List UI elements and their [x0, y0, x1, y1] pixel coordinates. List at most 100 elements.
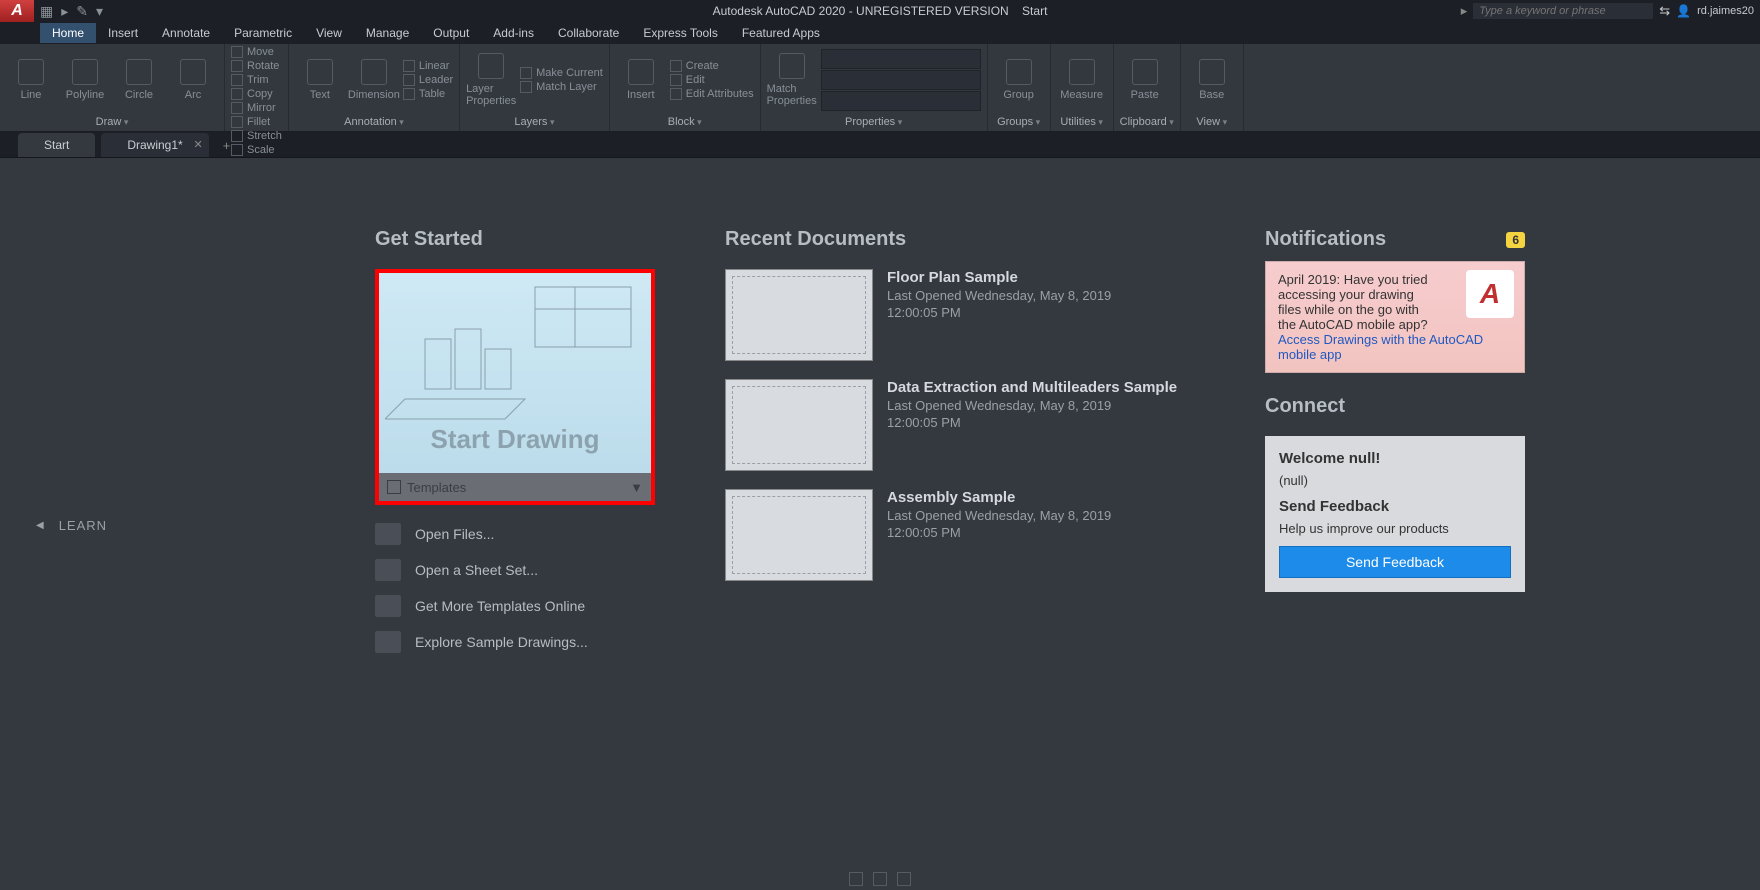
connect-card: Welcome null! (null) Send Feedback Help …: [1265, 436, 1525, 592]
grid-view-icon[interactable]: [873, 872, 887, 886]
user-icon[interactable]: 👤: [1676, 4, 1691, 18]
ribbon-mini-scale[interactable]: Scale: [231, 144, 282, 156]
ribbon-panel-groups: Group Groups: [988, 44, 1051, 131]
ribbon-btn-dimension[interactable]: Dimension: [349, 59, 399, 101]
properties-combo-2[interactable]: [821, 91, 981, 111]
ribbon-btn-measure[interactable]: Measure: [1057, 59, 1107, 101]
app-logo[interactable]: A: [0, 0, 34, 22]
ribbon-btn-base[interactable]: Base: [1187, 59, 1237, 101]
panel-title-properties[interactable]: Properties: [767, 114, 981, 131]
file-icon: [375, 595, 401, 617]
learn-toggle[interactable]: ◀ LEARN: [36, 518, 107, 533]
gs-link-get-more-templates-online[interactable]: Get More Templates Online: [375, 595, 665, 617]
qat-new-icon[interactable]: ▦: [40, 3, 53, 20]
ribbon: LinePolylineCircleArc Draw Move Rotate Trim C…: [0, 44, 1760, 132]
ribbon-mini-copy[interactable]: Copy: [231, 88, 282, 100]
ribbon-mini-stretch[interactable]: Stretch: [231, 130, 282, 142]
detail-view-icon[interactable]: [897, 872, 911, 886]
menu-tab-home[interactable]: Home: [40, 23, 96, 43]
ribbon-btn-paste[interactable]: Paste: [1120, 59, 1170, 101]
ribbon-panel-modify: MoveRotateTrimCopyMirrorFilletStretchSca…: [225, 44, 289, 131]
close-icon[interactable]: ✕: [193, 138, 202, 151]
ribbon-mini-mirror[interactable]: Mirror: [231, 102, 282, 114]
ribbon-panel-annotation: TextDimension Linear Leader Table Annotation: [289, 44, 460, 131]
templates-dropdown[interactable]: Templates ▼: [379, 473, 651, 501]
recent-thumbnail[interactable]: [725, 379, 873, 471]
qat-save-icon[interactable]: ✎: [76, 3, 88, 20]
menu-tab-add-ins[interactable]: Add-ins: [481, 23, 546, 43]
send-feedback-button[interactable]: Send Feedback: [1279, 546, 1511, 578]
search-arrow-icon[interactable]: ▸: [1461, 3, 1468, 19]
notifications-heading: Notifications: [1265, 228, 1386, 251]
recent-item[interactable]: Data Extraction and Multileaders SampleL…: [725, 379, 1205, 471]
ribbon-btn-text[interactable]: Text: [295, 59, 345, 101]
menu-tab-annotate[interactable]: Annotate: [150, 23, 222, 43]
ribbon-btn-match-properties[interactable]: Match Properties: [767, 53, 817, 107]
ribbon-mini-rotate[interactable]: Rotate: [231, 60, 282, 72]
panel-title-groups[interactable]: Groups: [994, 114, 1044, 131]
titlebar: A ▦ ▸ ✎ ▾ Autodesk AutoCAD 2020 - UNREGI…: [0, 0, 1760, 22]
ribbon-btn-layer-properties[interactable]: Layer Properties: [466, 53, 516, 107]
ribbon-mini-make-current[interactable]: Make Current: [520, 67, 603, 79]
panel-title-draw[interactable]: Draw: [6, 114, 218, 131]
search-input[interactable]: [1473, 3, 1653, 19]
gs-link-open-files-[interactable]: Open Files...: [375, 523, 665, 545]
menu-tab-collaborate[interactable]: Collaborate: [546, 23, 631, 43]
ribbon-btn-polyline[interactable]: Polyline: [60, 59, 110, 101]
start-drawing-button[interactable]: Start Drawing: [379, 273, 651, 473]
recent-thumbnail[interactable]: [725, 489, 873, 581]
ribbon-panel-view: Base View: [1181, 44, 1244, 131]
list-view-icon[interactable]: [849, 872, 863, 886]
menu-tab-output[interactable]: Output: [421, 23, 481, 43]
ribbon-mini-fillet[interactable]: Fillet: [231, 116, 282, 128]
add-tab-button[interactable]: +: [215, 134, 239, 157]
gs-link-explore-sample-drawings-[interactable]: Explore Sample Drawings...: [375, 631, 665, 653]
recent-item[interactable]: Floor Plan SampleLast Opened Wednesday, …: [725, 269, 1205, 361]
ribbon-mini-edit-attributes[interactable]: Edit Attributes: [670, 88, 754, 100]
ribbon-btn-line[interactable]: Line: [6, 59, 56, 101]
qat-open-icon[interactable]: ▸: [61, 3, 68, 20]
panel-title-layers[interactable]: Layers: [466, 114, 603, 131]
gs-link-open-a-sheet-set-[interactable]: Open a Sheet Set...: [375, 559, 665, 581]
notifications-badge[interactable]: 6: [1506, 232, 1525, 248]
doc-tab-start[interactable]: Start: [18, 133, 95, 157]
properties-combo-1[interactable]: [821, 70, 981, 90]
recent-item[interactable]: Assembly SampleLast Opened Wednesday, Ma…: [725, 489, 1205, 581]
panel-title-view[interactable]: View: [1187, 114, 1237, 131]
menu-tab-insert[interactable]: Insert: [96, 23, 150, 43]
panel-title-annotation[interactable]: Annotation: [295, 114, 453, 131]
ribbon-btn-arc[interactable]: Arc: [168, 59, 218, 101]
panel-title-utilities[interactable]: Utilities: [1057, 114, 1107, 131]
notification-body: April 2019: Have you tried accessing you…: [1278, 272, 1428, 332]
ribbon-btn-group[interactable]: Group: [994, 59, 1044, 101]
panel-title-block[interactable]: Block: [616, 114, 754, 131]
properties-combo-0[interactable]: [821, 49, 981, 69]
menu-tab-view[interactable]: View: [304, 23, 354, 43]
ribbon-mini-move[interactable]: Move: [231, 46, 282, 58]
recent-title: Floor Plan Sample: [887, 269, 1111, 286]
quick-access-toolbar: ▦ ▸ ✎ ▾: [34, 3, 109, 20]
menu-tab-parametric[interactable]: Parametric: [222, 23, 304, 43]
menu-tab-featured-apps[interactable]: Featured Apps: [730, 23, 832, 43]
ribbon-mini-table[interactable]: Table: [403, 88, 453, 100]
ribbon-btn-circle[interactable]: Circle: [114, 59, 164, 101]
ribbon-mini-linear[interactable]: Linear: [403, 60, 453, 72]
ribbon-mini-trim[interactable]: Trim: [231, 74, 282, 86]
notification-link[interactable]: Access Drawings with the AutoCAD mobile …: [1278, 332, 1512, 362]
panel-title-clipboard[interactable]: Clipboard: [1120, 114, 1174, 131]
window-title: Autodesk AutoCAD 2020 - UNREGISTERED VER…: [713, 4, 1048, 18]
ribbon-btn-insert[interactable]: Insert: [616, 59, 666, 101]
menu-tab-manage[interactable]: Manage: [354, 23, 421, 43]
chevron-down-icon: ▼: [630, 480, 643, 495]
ribbon-mini-create[interactable]: Create: [670, 60, 754, 72]
ribbon-mini-leader[interactable]: Leader: [403, 74, 453, 86]
ribbon-mini-edit[interactable]: Edit: [670, 74, 754, 86]
menu-tab-express-tools[interactable]: Express Tools: [631, 23, 729, 43]
ribbon-panel-block: Insert Create Edit Edit Attributes Block: [610, 44, 761, 131]
qat-saveas-icon[interactable]: ▾: [96, 3, 103, 20]
username-label[interactable]: rd.jaimes20: [1697, 5, 1754, 17]
doc-tab-drawing1-[interactable]: Drawing1*✕: [101, 133, 208, 157]
signin-icon[interactable]: ⇆: [1659, 3, 1670, 19]
recent-thumbnail[interactable]: [725, 269, 873, 361]
ribbon-mini-match-layer[interactable]: Match Layer: [520, 81, 603, 93]
